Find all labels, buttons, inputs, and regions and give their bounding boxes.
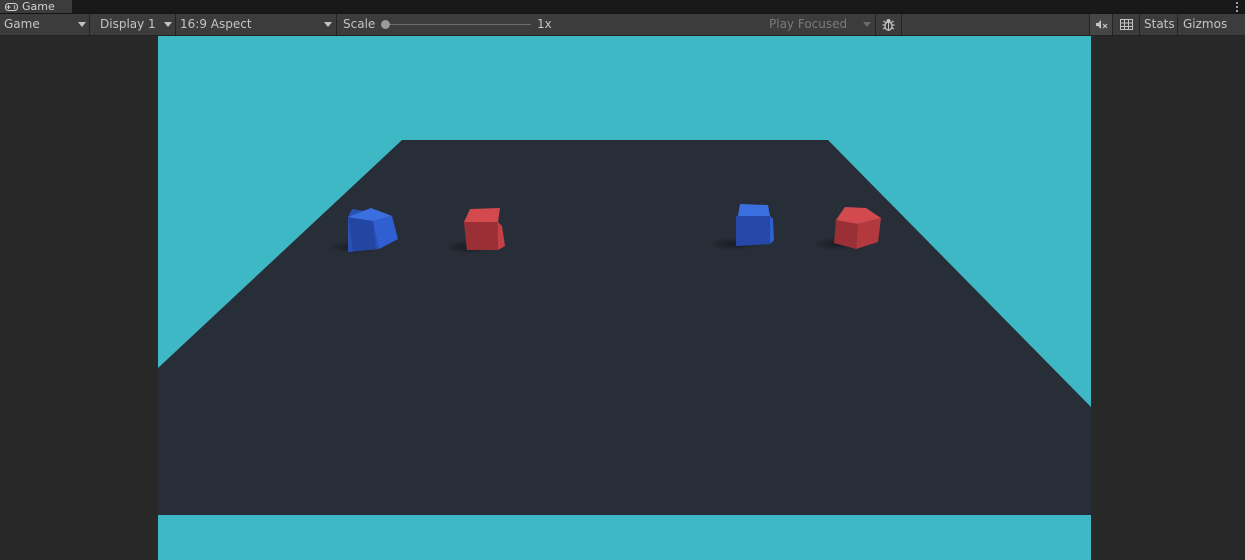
stats-grid-button[interactable] (1113, 14, 1140, 35)
display-label: Display 1 (100, 17, 156, 31)
play-mode-label: Play Focused (769, 17, 848, 31)
game-viewport[interactable] (158, 36, 1091, 560)
scale-value: 1x (537, 17, 552, 31)
game-tab[interactable]: Game (0, 0, 72, 13)
gamepad-icon (5, 2, 18, 11)
speaker-mute-icon (1096, 20, 1108, 29)
game-view-toolbar: Game Display 1 16:9 Aspect Scale 1x Play… (0, 14, 1245, 36)
kebab-menu-icon[interactable] (1235, 0, 1239, 13)
scale-label: Scale (343, 17, 376, 31)
bug-icon (882, 19, 895, 31)
game-scene (158, 36, 1091, 560)
chevron-down-icon (324, 22, 332, 27)
scale-slider-track[interactable] (386, 24, 531, 25)
play-mode-dropdown[interactable]: Play Focused (765, 14, 876, 35)
game-tab-label: Game (22, 0, 55, 13)
stats-label: Stats (1144, 17, 1175, 31)
display-dropdown[interactable]: Display 1 (90, 14, 176, 35)
window-tab-strip: Game (0, 0, 1245, 14)
grid-icon (1120, 19, 1133, 30)
view-mode-dropdown[interactable]: Game (0, 14, 90, 35)
chevron-down-icon (78, 22, 86, 27)
chevron-down-icon (164, 22, 172, 27)
aspect-dropdown[interactable]: 16:9 Aspect (176, 14, 337, 35)
mute-audio-button[interactable] (1089, 14, 1113, 35)
debug-button[interactable] (876, 14, 902, 35)
gizmos-dropdown[interactable]: Gizmos (1178, 14, 1245, 35)
gizmos-label: Gizmos (1183, 17, 1228, 31)
chevron-down-icon (863, 22, 871, 27)
scale-slider-thumb[interactable] (381, 20, 390, 29)
aspect-label: 16:9 Aspect (180, 17, 252, 31)
view-mode-label: Game (4, 17, 40, 31)
stats-button[interactable]: Stats (1140, 14, 1178, 35)
